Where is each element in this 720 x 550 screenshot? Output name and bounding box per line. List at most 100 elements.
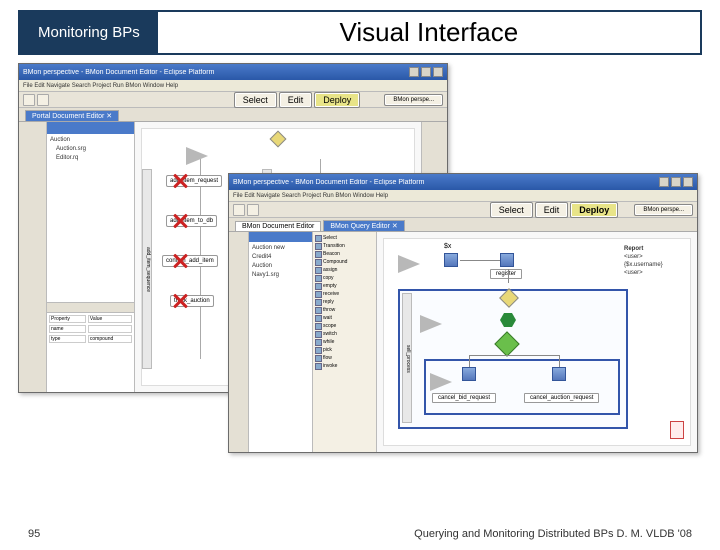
node-label: cancel_bid_request xyxy=(432,393,496,403)
project-tree[interactable]: Auction new Credit4 Auction Navy1.srg xyxy=(249,242,312,452)
tree-item[interactable]: Auction xyxy=(252,262,309,271)
pointer-arrow-icon xyxy=(398,255,420,273)
invoke-node-icon[interactable] xyxy=(500,253,514,267)
report-line: {$x.username} xyxy=(624,261,684,269)
maximize-icon[interactable] xyxy=(421,67,431,77)
close-icon[interactable] xyxy=(683,177,693,187)
invoke-node-icon[interactable] xyxy=(444,253,458,267)
toolbar: Select Edit Deploy BMon perspe... xyxy=(19,92,447,108)
palette-item[interactable]: Compound xyxy=(315,258,374,266)
tree-item[interactable]: Auction.srg xyxy=(50,145,131,154)
perspective-button[interactable]: BMon perspe... xyxy=(384,94,443,106)
tool-button[interactable] xyxy=(247,204,259,216)
palette-item[interactable]: copy xyxy=(315,274,374,282)
palette-item[interactable]: wait xyxy=(315,314,374,322)
palette-item[interactable]: pick xyxy=(315,346,374,354)
cross-out-icon xyxy=(172,213,188,229)
properties-grid: PropertyValue name typecompound xyxy=(47,313,134,345)
window-title: BMon perspective - BMon Document Editor … xyxy=(23,69,407,76)
report-line: <user> xyxy=(624,269,684,277)
palette-item[interactable]: Beacon xyxy=(315,250,374,258)
connector xyxy=(469,355,559,356)
sequence-bar: add_item_sequence xyxy=(142,169,152,369)
tab-row: Portal Document Editor ✕ xyxy=(19,108,447,122)
node-label: cancel_auction_request xyxy=(524,393,599,403)
perspective-button[interactable]: BMon perspe... xyxy=(634,204,693,216)
prop-header: Value xyxy=(88,315,132,323)
edit-button[interactable]: Edit xyxy=(279,92,313,108)
sequence-bar: sell_process xyxy=(402,293,412,423)
inner-frame xyxy=(424,359,620,415)
tool-button[interactable] xyxy=(23,94,35,106)
palette-item[interactable]: while xyxy=(315,338,374,346)
palette-item[interactable]: throw xyxy=(315,306,374,314)
tree-item[interactable]: Credit4 xyxy=(252,253,309,262)
prop-cell: compound xyxy=(88,335,132,343)
tree-item[interactable]: Editor.rq xyxy=(50,154,131,163)
slide-header: Monitoring BPs Visual Interface xyxy=(18,10,702,55)
minimize-icon[interactable] xyxy=(409,67,419,77)
deploy-button[interactable]: Deploy xyxy=(314,92,360,108)
tree-item[interactable]: Auction new xyxy=(252,244,309,253)
cross-out-icon xyxy=(172,253,188,269)
tab-document-editor[interactable]: BMon Document Editor xyxy=(235,221,321,231)
page-number: 95 xyxy=(28,528,40,540)
report-title: Report xyxy=(624,245,684,253)
tool-button[interactable] xyxy=(37,94,49,106)
prop-cell: type xyxy=(49,335,86,343)
tab-query-editor[interactable]: BMon Query Editor ✕ xyxy=(323,220,404,231)
gutter xyxy=(229,232,249,452)
error-marker-icon xyxy=(670,421,684,439)
palette-item[interactable]: receive xyxy=(315,290,374,298)
report-line: <user> xyxy=(624,253,684,261)
prop-cell: name xyxy=(49,325,86,333)
palette[interactable]: Select Transition Beacon Compound assign… xyxy=(313,232,377,452)
header-topic: Monitoring BPs xyxy=(20,12,158,53)
close-icon[interactable] xyxy=(433,67,443,77)
menubar[interactable]: File Edit Navigate Search Project Run BM… xyxy=(229,190,697,202)
edit-button[interactable]: Edit xyxy=(535,202,569,218)
titlebar: BMon perspective - BMon Document Editor … xyxy=(19,64,447,80)
invoke-node-icon[interactable] xyxy=(462,367,476,381)
deploy-button[interactable]: Deploy xyxy=(570,202,618,218)
maximize-icon[interactable] xyxy=(671,177,681,187)
titlebar: BMon perspective - BMon Document Editor … xyxy=(229,174,697,190)
tree-item[interactable]: Auction xyxy=(50,136,131,145)
gutter xyxy=(19,122,47,392)
pointer-arrow-icon xyxy=(186,147,208,165)
palette-item[interactable]: scope xyxy=(315,322,374,330)
window-title: BMon perspective - BMon Document Editor … xyxy=(233,179,657,186)
report-panel: Report <user> {$x.username} <user> xyxy=(624,245,684,277)
tree-item[interactable]: Navy1.srg xyxy=(252,271,309,280)
slide-footer: 95 Querying and Monitoring Distributed B… xyxy=(0,528,720,540)
project-tree[interactable]: Auction Auction.srg Editor.rq xyxy=(47,134,134,302)
select-button[interactable]: Select xyxy=(234,92,277,108)
tab-row: BMon Document Editor BMon Query Editor ✕ xyxy=(229,218,697,232)
tool-button[interactable] xyxy=(233,204,245,216)
select-button[interactable]: Select xyxy=(490,202,533,218)
invoke-node-icon[interactable] xyxy=(552,367,566,381)
connector xyxy=(469,355,470,367)
navigator-pane: Auction new Credit4 Auction Navy1.srg xyxy=(249,232,313,452)
query-canvas[interactable]: Report <user> {$x.username} <user> $x re… xyxy=(377,232,697,452)
palette-item[interactable]: flow xyxy=(315,354,374,362)
palette-item[interactable]: Select xyxy=(315,234,374,242)
palette-item[interactable]: assign xyxy=(315,266,374,274)
footer-caption: Querying and Monitoring Distributed BPs … xyxy=(414,528,692,540)
decision-icon xyxy=(270,131,287,148)
properties-pane: PropertyValue name typecompound xyxy=(47,302,134,392)
slide-title: Visual Interface xyxy=(158,12,700,53)
minimize-icon[interactable] xyxy=(659,177,669,187)
palette-item[interactable]: reply xyxy=(315,298,374,306)
node-label: register xyxy=(490,269,522,279)
palette-item[interactable]: empty xyxy=(315,282,374,290)
tab-editor[interactable]: Portal Document Editor ✕ xyxy=(25,110,119,121)
pointer-arrow-icon xyxy=(430,373,452,391)
palette-item[interactable]: invoke xyxy=(315,362,374,370)
connector xyxy=(559,355,560,367)
palette-item[interactable]: switch xyxy=(315,330,374,338)
menubar[interactable]: File Edit Navigate Search Project Run BM… xyxy=(19,80,447,92)
flow-node[interactable]: confirm_add_item xyxy=(162,255,218,267)
palette-item[interactable]: Transition xyxy=(315,242,374,250)
connector xyxy=(508,269,509,283)
